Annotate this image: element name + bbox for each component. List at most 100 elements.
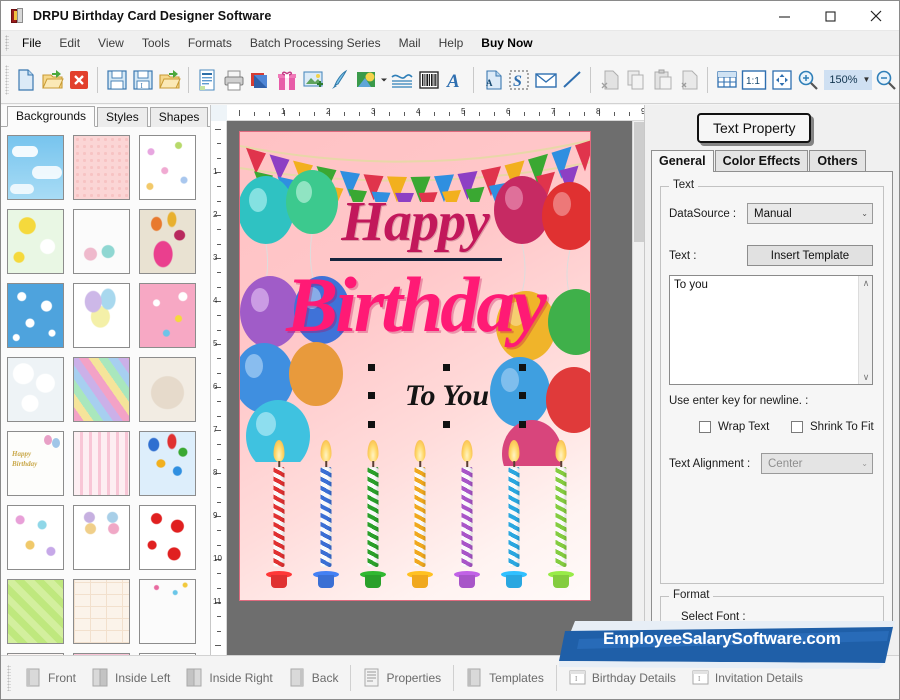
bottom-item-templates[interactable]: Templates — [458, 664, 552, 691]
gift-icon[interactable] — [273, 64, 300, 96]
chevron-up-icon[interactable]: ∧ — [859, 276, 872, 290]
thumbnail-clouds-sky[interactable] — [7, 135, 64, 200]
thumbnail-green-confetti[interactable] — [139, 579, 196, 644]
shrink-to-fit-row[interactable]: Shrink To Fit — [791, 421, 874, 433]
thumbnail-blue-balloons[interactable] — [139, 431, 196, 496]
delete-object-icon[interactable] — [676, 64, 703, 96]
menu-item-file[interactable]: File — [13, 33, 50, 53]
new-icon[interactable] — [13, 64, 40, 96]
import-folder-icon[interactable] — [156, 64, 183, 96]
line-tool-icon[interactable] — [559, 64, 586, 96]
bottom-item-inside-right[interactable]: Inside Right — [178, 664, 280, 691]
shrink-to-fit-checkbox[interactable] — [791, 421, 803, 433]
textarea-scrollbar[interactable]: ∧ ∨ — [858, 276, 872, 384]
resize-handle-ne[interactable] — [519, 364, 526, 371]
resize-handle-sw[interactable] — [368, 421, 375, 428]
font-button[interactable]: Font — [821, 632, 881, 655]
minimize-button[interactable] — [761, 1, 807, 31]
thumbnail-pink-texture[interactable] — [73, 135, 130, 200]
tab-styles[interactable]: Styles — [97, 107, 148, 127]
shape-select-icon[interactable]: S — [506, 64, 533, 96]
wrap-text-row[interactable]: Wrap Text — [699, 421, 769, 433]
chevron-down-icon[interactable]: ∨ — [859, 370, 872, 384]
thumbnail-heart-doodles[interactable] — [7, 505, 64, 570]
resize-handle-nw[interactable] — [368, 364, 375, 371]
text-tool-icon[interactable]: A — [442, 64, 469, 96]
cut-icon[interactable] — [596, 64, 623, 96]
tab-backgrounds[interactable]: Backgrounds — [7, 106, 96, 127]
save-as-icon[interactable]: I — [130, 64, 157, 96]
zoom-level-combo[interactable]: 150% ▼ — [824, 69, 873, 90]
watermark-text-icon[interactable]: A — [479, 64, 506, 96]
bottom-item-properties[interactable]: Properties — [355, 664, 449, 691]
picture-shape-icon[interactable] — [353, 64, 380, 96]
bottom-item-birthday-details[interactable]: I Birthday Details — [561, 664, 684, 691]
bottom-item-front[interactable]: Front — [17, 664, 84, 691]
wrap-text-checkbox[interactable] — [699, 421, 711, 433]
card-layers-icon[interactable] — [247, 64, 274, 96]
thumbnail-pastel-flowers[interactable] — [139, 135, 196, 200]
print-icon[interactable] — [220, 64, 247, 96]
fit-page-icon[interactable] — [768, 64, 795, 96]
close-button[interactable] — [853, 1, 899, 31]
menu-item-formats[interactable]: Formats — [179, 33, 241, 53]
resize-handle-s[interactable] — [443, 421, 450, 428]
menu-item-mail[interactable]: Mail — [390, 33, 430, 53]
tab-shapes[interactable]: Shapes — [149, 107, 209, 127]
thumbnail-happy-birthday-card[interactable]: Happy Birthday — [7, 431, 64, 496]
open-folder-icon[interactable] — [39, 64, 66, 96]
text-input-textarea[interactable]: To you ∧ ∨ — [669, 275, 873, 385]
thumbnail-balloon-columns[interactable] — [73, 505, 130, 570]
paste-icon[interactable] — [649, 64, 676, 96]
add-image-icon[interactable] — [300, 64, 327, 96]
thumbnail-blue-stars[interactable] — [7, 283, 64, 348]
copy-icon[interactable] — [623, 64, 650, 96]
picture-dropdown-arrow-icon[interactable] — [379, 64, 388, 96]
actual-size-icon[interactable]: 1:1 — [740, 64, 768, 96]
thumbnail-yellow-daisies[interactable] — [7, 209, 64, 274]
bottom-item-invitation-details[interactable]: I Invitation Details — [684, 664, 811, 691]
resize-handle-w[interactable] — [368, 392, 375, 399]
menu-item-view[interactable]: View — [89, 33, 133, 53]
card-preview[interactable]: Happy Birthday To You — [239, 131, 591, 601]
design-viewport[interactable]: Happy Birthday To You — [227, 121, 644, 655]
thumbnail-green-stripes[interactable] — [7, 579, 64, 644]
resize-handle-se[interactable] — [519, 421, 526, 428]
envelope-icon[interactable] — [532, 64, 559, 96]
thumbnail-pink-hearts-stripes[interactable] — [73, 431, 130, 496]
thumbnail-pink-party[interactable] — [139, 283, 196, 348]
thumbnail-red-hearts[interactable] — [139, 505, 196, 570]
zoom-in-icon[interactable] — [795, 64, 822, 96]
tab-color-effects[interactable]: Color Effects — [714, 150, 809, 172]
bottom-item-inside-left[interactable]: Inside Left — [84, 664, 178, 691]
scrollbar-thumb[interactable] — [634, 122, 644, 242]
barcode-icon[interactable] — [415, 64, 442, 96]
menu-item-edit[interactable]: Edit — [50, 33, 89, 53]
grid-icon[interactable] — [713, 64, 740, 96]
thumbnail-cream-teddy[interactable] — [139, 357, 196, 422]
tab-general[interactable]: General — [651, 150, 714, 172]
menu-item-buy-now[interactable]: Buy Now — [472, 33, 541, 53]
save-icon[interactable] — [103, 64, 130, 96]
thumbnail-winter-scene[interactable] — [73, 209, 130, 274]
thumbnail-cream-cakes[interactable] — [73, 579, 130, 644]
datasource-select[interactable]: Manual ⌄ — [747, 203, 873, 224]
tab-others[interactable]: Others — [809, 150, 866, 172]
signature-icon[interactable] — [389, 64, 416, 96]
close-document-icon[interactable] — [66, 64, 93, 96]
maximize-button[interactable] — [807, 1, 853, 31]
menu-item-tools[interactable]: Tools — [133, 33, 179, 53]
menu-item-help[interactable]: Help — [430, 33, 473, 53]
pen-draw-icon[interactable] — [326, 64, 353, 96]
thumbnail-beige-balloons[interactable] — [139, 209, 196, 274]
canvas-vertical-scrollbar[interactable] — [632, 121, 644, 655]
text-alignment-select[interactable]: Center ⌄ — [761, 453, 873, 474]
thumbnail-bubbles[interactable] — [7, 357, 64, 422]
resize-handle-n[interactable] — [443, 364, 450, 371]
thumbnail-rainbow-stripes[interactable] — [73, 357, 130, 422]
bottom-item-back[interactable]: Back — [281, 664, 347, 691]
zoom-out-icon[interactable] — [872, 64, 899, 96]
resize-handle-e[interactable] — [519, 392, 526, 399]
menu-item-batch-processing-series[interactable]: Batch Processing Series — [241, 33, 390, 53]
selected-text-object[interactable]: To You — [368, 364, 526, 428]
